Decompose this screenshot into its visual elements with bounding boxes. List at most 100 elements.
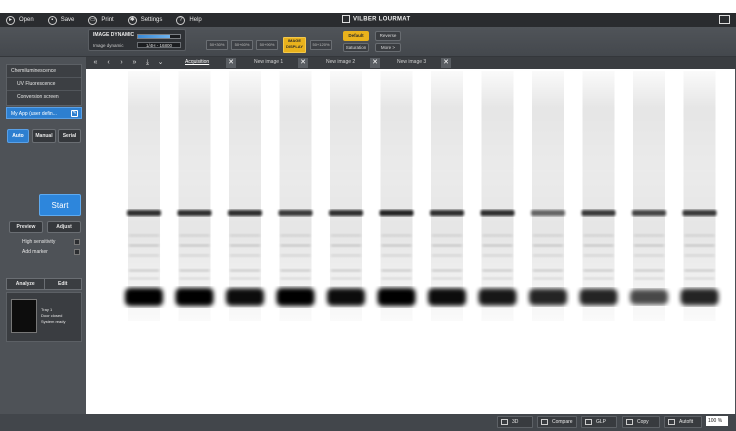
mode-serial-button[interactable]: Serial [58,129,81,143]
glp-button[interactable]: GLP [581,416,617,428]
start-button[interactable]: Start [39,194,81,216]
copy-button[interactable]: Copy [622,416,660,428]
faint-band [482,277,513,280]
first-image-button[interactable]: « [91,58,100,67]
upper-band [682,210,717,216]
mode-auto-button[interactable]: Auto [7,129,29,143]
image-display-preset[interactable]: IMAGE DISPLAY [283,37,306,53]
gel-lane-1 [125,71,163,321]
adjust-button[interactable]: Adjust [47,221,81,233]
print-menu-item[interactable]: ▭ Print [88,15,114,25]
faint-band [381,277,412,280]
faint-band [684,254,715,257]
faint-band [331,269,361,272]
lane-smear [229,71,261,321]
faint-band [583,277,614,280]
gel-image-viewer[interactable] [86,69,735,414]
lane-smear [178,71,211,321]
faint-band [280,234,311,237]
menu-item-uv-fluorescence[interactable]: UV Fluorescence [7,78,81,91]
faint-band [583,269,614,272]
upper-band [379,210,414,216]
preview-button[interactable]: Preview [9,221,43,233]
default-button[interactable]: Default [343,31,369,41]
faint-band [583,244,614,247]
tab-acquisition[interactable]: Acquisition [185,59,209,65]
tab-new-image-2[interactable]: New image 2 [326,59,355,65]
lane-smear [431,71,463,321]
tab-analyze[interactable]: Analyze [7,279,44,289]
high-sensitivity-checkbox[interactable] [74,239,80,245]
compare-icon [541,419,548,425]
tab-edit[interactable]: Edit [43,279,81,289]
add-marker-checkbox[interactable] [74,249,80,255]
dropdown-icon[interactable]: ⌄ [156,58,165,67]
exposure-preset-2[interactable]: 50+60% [231,40,253,50]
edit-icon[interactable]: ✎ [71,110,78,117]
faint-band [432,269,462,272]
lower-band [175,288,214,306]
tab-new-image-3[interactable]: New image 3 [397,59,426,65]
window-mode-icon[interactable] [719,15,730,24]
faint-band [129,254,159,257]
gel-lane-7 [428,71,466,321]
previous-image-button[interactable]: ‹ [104,58,113,67]
exposure-preset-3[interactable]: 50+90% [256,40,278,50]
3d-button[interactable]: 3D [497,416,533,428]
faint-band [230,234,260,237]
my-app-label: My App (user defin... [11,111,57,117]
faint-band [583,234,614,237]
close-new-image-2-icon[interactable]: ✕ [370,58,380,68]
saturation-button[interactable]: Saturation [343,43,369,52]
faint-band [533,254,563,257]
faint-band [331,244,361,247]
autofit-button[interactable]: Autofit [664,416,702,428]
close-acquisition-icon[interactable]: ✕ [226,58,236,68]
image-dynamic-range[interactable]: 1/4H - 16800 [137,42,181,48]
exposure-preset-1[interactable]: 50+30% [206,40,228,50]
image-dynamic-fill [138,35,170,38]
help-menu-item[interactable]: ? Help [176,15,202,25]
lane-smear [582,71,615,321]
faint-band [179,254,210,257]
application-menu: Chemiluminescence UV Fluorescence Conver… [6,64,82,106]
zoom-level[interactable]: 100 % [706,416,728,426]
export-icon[interactable]: ⤓ [143,58,152,67]
image-dynamic-slider[interactable] [137,34,181,39]
menu-item-chemiluminescence[interactable]: Chemiluminescence [7,65,81,78]
upper-band [278,210,313,216]
upper-band [228,210,262,216]
menu-item-conversion-screen[interactable]: Conversion screen [7,91,81,104]
autofit-label: Autofit [679,419,694,425]
faint-band [634,269,664,272]
last-image-button[interactable]: » [130,58,139,67]
lower-band [579,288,618,306]
faint-band [684,244,715,247]
exposure-preset-5[interactable]: 50+120% [310,40,332,50]
my-app-item[interactable]: My App (user defin... ✎ [6,107,82,119]
more-button[interactable]: More > [375,43,401,52]
close-new-image-3-icon[interactable]: ✕ [441,58,451,68]
compare-button[interactable]: Compare [537,416,577,428]
close-new-image-1-icon[interactable]: ✕ [298,58,308,68]
upper-band [329,210,363,216]
save-menu-item[interactable]: ▪ Save [47,15,74,25]
settings-label: Settings [140,17,163,23]
glp-icon [585,419,592,425]
tab-new-image-1[interactable]: New image 1 [254,59,283,65]
open-menu-item[interactable]: ▸ Open [6,15,34,25]
faint-band [280,254,311,257]
settings-menu-item[interactable]: ✱ Settings [127,15,163,25]
reverse-button[interactable]: Reverse [375,31,401,41]
lower-band [428,288,466,306]
faint-band [634,244,664,247]
faint-band [583,254,614,257]
mode-manual-button[interactable]: Manual [32,129,56,143]
lower-band [226,288,264,306]
upper-band [581,210,616,216]
lane-smear [633,71,665,321]
upper-band [632,210,666,216]
lower-band [529,288,567,306]
next-image-button[interactable]: › [117,58,126,67]
lower-band [630,289,668,305]
